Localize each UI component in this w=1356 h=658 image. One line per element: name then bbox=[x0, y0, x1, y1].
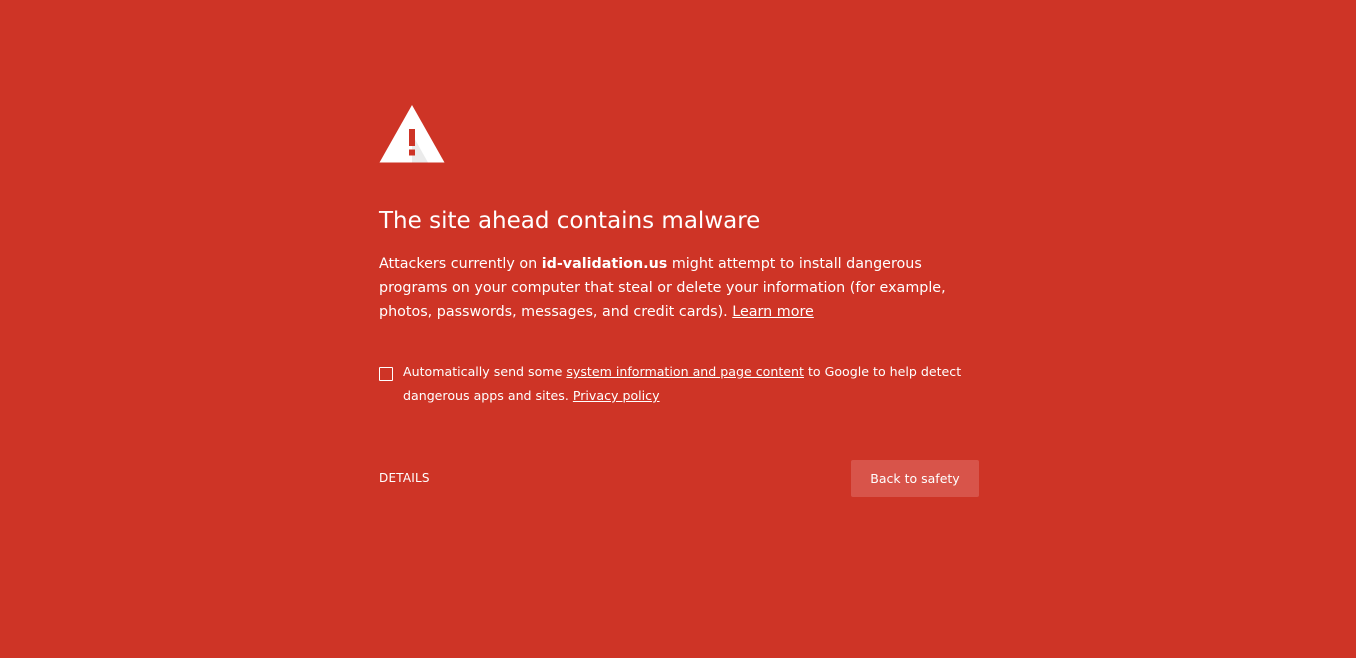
details-button[interactable]: DETAILS bbox=[379, 471, 430, 485]
optin-prefix: Automatically send some bbox=[403, 364, 567, 379]
extended-reporting-checkbox[interactable] bbox=[379, 367, 393, 381]
back-to-safety-button[interactable]: Back to safety bbox=[851, 460, 979, 497]
warning-triangle-icon bbox=[379, 104, 445, 164]
privacy-policy-link[interactable]: Privacy policy bbox=[573, 388, 660, 403]
extended-reporting-optin: Automatically send some system informati… bbox=[379, 364, 979, 408]
main-message: Attackers currently on id-validation.us … bbox=[379, 252, 979, 324]
learn-more-link[interactable]: Learn more bbox=[732, 304, 814, 320]
actions-row: DETAILS Back to safety bbox=[379, 460, 979, 497]
message-prefix: Attackers currently on bbox=[379, 256, 542, 272]
interstitial-content: The site ahead contains malware Attacker… bbox=[379, 104, 979, 497]
system-information-link[interactable]: system information and page content bbox=[566, 364, 804, 379]
malware-domain: id-validation.us bbox=[541, 256, 668, 272]
optin-label: Automatically send some system informati… bbox=[403, 360, 979, 408]
page-title: The site ahead contains malware bbox=[379, 208, 761, 234]
